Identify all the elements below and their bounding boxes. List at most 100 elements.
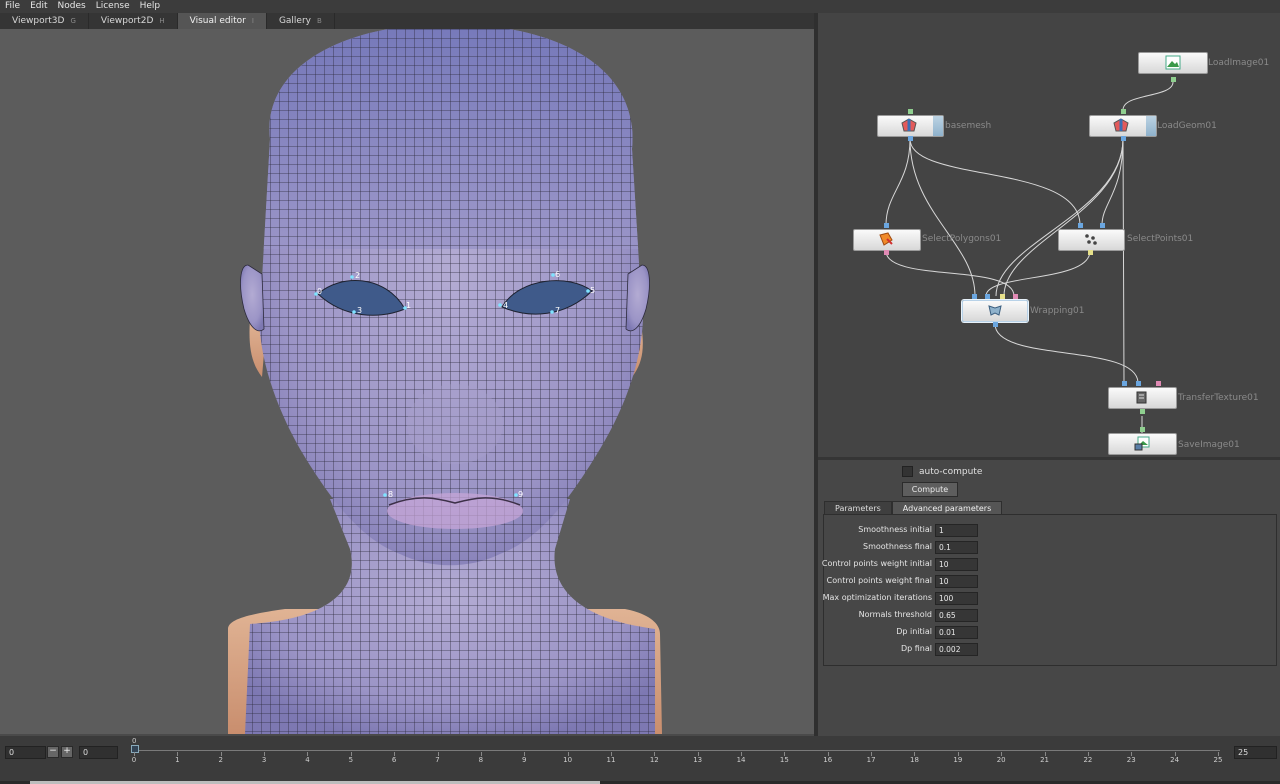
tab-advanced-parameters[interactable]: Advanced parameters (891, 501, 1003, 515)
menu-file[interactable]: File (0, 0, 25, 13)
dp-initial-input[interactable]: 0.01 (935, 626, 978, 639)
port[interactable] (884, 250, 889, 255)
node-selectpoints[interactable] (1058, 229, 1125, 251)
port[interactable] (1121, 109, 1126, 114)
timeline-end-field[interactable]: 25 (1234, 746, 1277, 759)
control-point-label: 9 (518, 490, 523, 499)
menu-nodes[interactable]: Nodes (53, 0, 91, 13)
auto-compute-toggle[interactable]: auto-compute (902, 466, 982, 477)
port[interactable] (1078, 223, 1083, 228)
port[interactable] (1140, 409, 1145, 414)
port[interactable] (1013, 294, 1018, 299)
port[interactable] (993, 322, 998, 327)
control-point-label: 7 (555, 306, 560, 315)
port[interactable] (972, 294, 977, 299)
tab-shortcut: H (159, 17, 165, 25)
port[interactable] (908, 109, 913, 114)
tab-gallery[interactable]: Gallery B (267, 13, 335, 29)
geometry-icon (1113, 118, 1129, 132)
timeline-tick-label: 20 (996, 756, 1006, 764)
port[interactable] (1100, 223, 1105, 228)
node-loadimage[interactable] (1138, 52, 1208, 74)
port[interactable] (1156, 381, 1161, 386)
timeline-tick-label: 0 (131, 756, 137, 764)
tab-bar: Viewport3D G Viewport2D H Visual editor I G… (0, 13, 814, 29)
select-polygons-icon (879, 232, 893, 246)
node-label: LoadImage01 (1208, 58, 1270, 68)
timeline-tick-label: 24 (1170, 756, 1180, 764)
playhead-handle[interactable] (131, 745, 139, 753)
tab-viewport2d[interactable]: Viewport2D H (89, 13, 178, 29)
head-mesh-render[interactable]: 0 1 2 3 4 5 6 7 8 9 (0, 29, 814, 734)
port[interactable] (985, 294, 990, 299)
node-label: TransferTexture01 (1178, 393, 1259, 403)
port[interactable] (1088, 250, 1093, 255)
node-transfertexture[interactable] (1108, 387, 1177, 409)
menu-edit[interactable]: Edit (25, 0, 52, 13)
dp-final-input[interactable]: 0.002 (935, 643, 978, 656)
timeline: 0 − + 0 0 0 1 2 3 4 5 6 7 8 9 10 11 12 13 14 15 16 17 18 19… (0, 736, 1280, 784)
smoothness-initial-input[interactable]: 1 (935, 524, 978, 537)
timeline-tick-label: 23 (1126, 756, 1136, 764)
playhead-label: 0 (132, 737, 137, 745)
port[interactable] (1171, 77, 1176, 82)
increment-button[interactable]: + (61, 746, 73, 758)
auto-compute-label: auto-compute (919, 466, 983, 477)
port[interactable] (884, 223, 889, 228)
node-graph[interactable]: LoadImage01 basemesh LoadGeom01 SelectPo… (818, 13, 1280, 460)
port[interactable] (1122, 381, 1127, 386)
compute-button[interactable]: Compute (902, 482, 958, 497)
port[interactable] (1000, 294, 1005, 299)
param-label: Normals threshold (858, 610, 932, 619)
timeline-tick-label: 8 (478, 756, 484, 764)
timeline-tick-label: 3 (261, 756, 267, 764)
menu-help[interactable]: Help (135, 0, 166, 13)
smoothness-final-input[interactable]: 0.1 (935, 541, 978, 554)
param-label: Dp final (900, 644, 932, 653)
normals-threshold-input[interactable]: 0.65 (935, 609, 978, 622)
tab-label: Visual editor (189, 16, 246, 26)
max-iterations-input[interactable]: 100 (935, 592, 978, 605)
timeline-tick-label: 14 (736, 756, 746, 764)
port[interactable] (1140, 427, 1145, 432)
timeline-tick-label: 17 (866, 756, 876, 764)
advanced-parameters-form: Smoothness initial 1 Smoothness final 0.… (822, 514, 1277, 666)
timeline-track[interactable] (134, 750, 1220, 751)
cp-weight-final-input[interactable]: 10 (935, 575, 978, 588)
port[interactable] (1121, 136, 1126, 141)
node-accent (933, 116, 943, 136)
viewport-3d[interactable]: 0 1 2 3 4 5 6 7 8 9 (0, 29, 814, 734)
node-label: Wrapping01 (1030, 306, 1085, 316)
menu-license[interactable]: License (91, 0, 135, 13)
node-selectpolygons[interactable] (853, 229, 921, 251)
param-label: Smoothness final (863, 542, 932, 551)
param-row: Dp initial 0.01 (824, 626, 1276, 639)
cp-weight-initial-input[interactable]: 10 (935, 558, 978, 571)
port[interactable] (1136, 381, 1141, 386)
tab-parameters[interactable]: Parameters (824, 501, 892, 515)
timeline-tick-label: 2 (218, 756, 223, 764)
tab-visual-editor[interactable]: Visual editor I (177, 13, 267, 29)
parameters-panel: auto-compute Compute Parameters Advanced… (818, 460, 1280, 736)
timeline-tick-label: 11 (606, 756, 616, 764)
node-loadgeom[interactable] (1089, 115, 1157, 137)
timeline-tick-label: 12 (649, 756, 659, 764)
node-wrapping[interactable] (962, 300, 1028, 322)
timeline-tick-label: 13 (693, 756, 703, 764)
decrement-button[interactable]: − (47, 746, 59, 758)
transfer-texture-icon (1136, 391, 1147, 404)
timeline-current-field[interactable]: 0 (79, 746, 118, 759)
timeline-tick-label: 10 (563, 756, 573, 764)
port[interactable] (908, 136, 913, 141)
auto-compute-checkbox[interactable] (902, 466, 913, 477)
node-label: basemesh (945, 121, 992, 131)
node-saveimage[interactable] (1108, 433, 1177, 455)
control-point-label: 5 (590, 286, 595, 295)
node-basemesh[interactable] (877, 115, 944, 137)
timeline-start-field[interactable]: 0 (5, 746, 46, 759)
timeline-tick-label: 15 (779, 756, 789, 764)
timeline-tick-label: 1 (175, 756, 180, 764)
param-label: Max optimization iterations (822, 593, 932, 602)
tab-viewport3d[interactable]: Viewport3D G (0, 13, 89, 29)
timeline-tick-label: 6 (391, 756, 397, 764)
